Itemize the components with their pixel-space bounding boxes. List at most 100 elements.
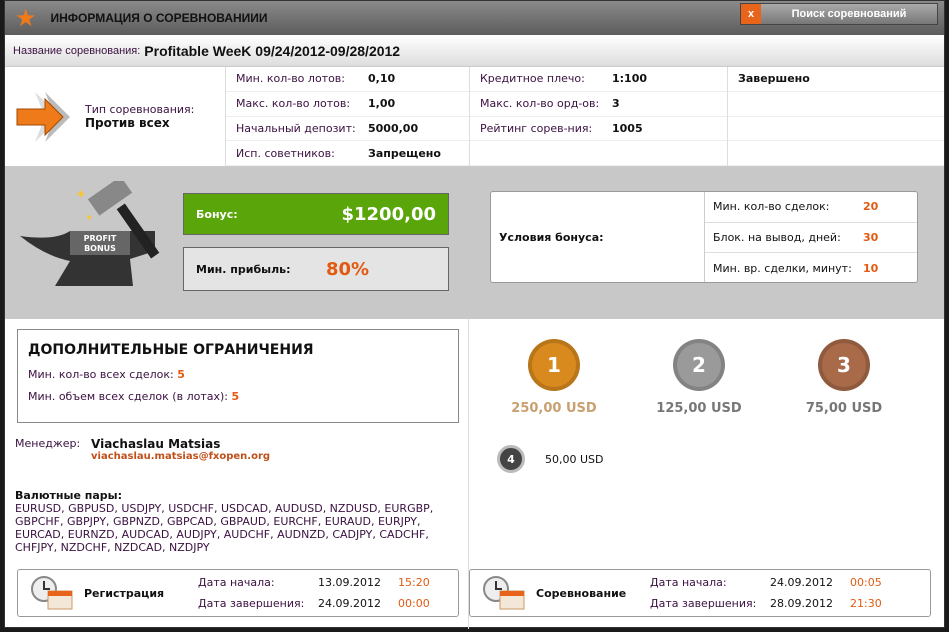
bonus-label: Бонус: bbox=[196, 207, 238, 221]
condition-row: Мин. вр. сделки, минут: 10 bbox=[705, 253, 917, 284]
prize-amount: 75,00 USD bbox=[805, 401, 883, 416]
info-section: Тип соревнования: Против всех Мин. кол-в… bbox=[5, 67, 944, 167]
condition-label: Мин. кол-во сделок: bbox=[713, 200, 830, 214]
status-row: Завершено bbox=[728, 67, 944, 92]
param-label: Макс. кол-во лотов: bbox=[236, 97, 351, 111]
param-row: Макс. кол-во орд-ов: 3 bbox=[470, 92, 727, 117]
min-profit-label: Мин. прибыль: bbox=[196, 262, 291, 276]
arrow-icon bbox=[16, 91, 70, 142]
anvil-hammer-logo: PROFIT BONUS ✦ ✦ bbox=[20, 181, 160, 286]
star-icon: ★ bbox=[15, 4, 37, 32]
competition-type: Тип соревнования: Против всех bbox=[5, 67, 225, 166]
svg-text:BONUS: BONUS bbox=[84, 244, 116, 253]
param-value: 1,00 bbox=[368, 97, 396, 111]
param-row: Макс. кол-во лотов: 1,00 bbox=[226, 92, 469, 117]
svg-text:✦: ✦ bbox=[85, 213, 93, 224]
additional-limits: ДОПОЛНИТЕЛЬНЫЕ ОГРАНИЧЕНИЯ Мин. кол-во в… bbox=[17, 329, 459, 423]
start-time: 15:20 bbox=[398, 576, 430, 589]
prize-1st: 1 250,00 USD bbox=[494, 339, 614, 416]
param-label: Рейтинг сорев-ния: bbox=[480, 121, 593, 135]
param-label: Мин. кол-во лотов: bbox=[236, 72, 345, 86]
clock-calendar-icon bbox=[31, 576, 73, 610]
min-profit-value: 80% bbox=[326, 258, 370, 280]
registration-dates: Регистрация Дата начала: 13.09.2012 15:20 … bbox=[17, 569, 459, 617]
contest-title: Соревнование bbox=[536, 586, 627, 600]
type-label: Тип соревнования: bbox=[85, 103, 195, 116]
name-label: Название соревнования: bbox=[13, 44, 141, 57]
status-column: Завершено bbox=[727, 67, 944, 166]
conditions-label: Условия бонуса: bbox=[491, 192, 705, 282]
end-date: 24.09.2012 bbox=[318, 597, 381, 610]
end-time: 21:30 bbox=[850, 597, 882, 610]
svg-text:✦: ✦ bbox=[75, 187, 87, 203]
manager-name: Viachaslau Matsias bbox=[91, 437, 221, 451]
bonus-amount-box: Бонус: $1200,00 bbox=[183, 193, 449, 235]
start-date: 24.09.2012 bbox=[770, 576, 833, 589]
param-value: 5000,00 bbox=[368, 121, 419, 135]
medal-3-icon: 3 bbox=[818, 339, 870, 391]
manager: Менеджер: Viachaslau Matsias viachaslau.… bbox=[15, 437, 270, 462]
limit-value: 5 bbox=[231, 390, 240, 403]
start-label: Дата начала: bbox=[198, 576, 275, 589]
competition-info-window: ★ ИНФОРМАЦИЯ О СОРЕВНОВАНИИИ x Поиск сор… bbox=[4, 0, 945, 629]
clock-calendar-icon bbox=[483, 576, 525, 610]
limit-row: Мин. кол-во всех сделок: 5 bbox=[28, 368, 448, 381]
end-label: Дата завершения: bbox=[650, 597, 757, 610]
param-value: 0,10 bbox=[368, 72, 396, 86]
medal-4-icon: 4 bbox=[497, 445, 525, 473]
end-date: 28.09.2012 bbox=[770, 597, 833, 610]
condition-value: 10 bbox=[863, 261, 879, 275]
param-row bbox=[470, 141, 727, 166]
param-label: Начальный депозит: bbox=[236, 121, 356, 135]
condition-label: Блок. на вывод, дней: bbox=[713, 230, 841, 244]
prize-amount: 250,00 USD bbox=[511, 401, 597, 416]
limit-value: 5 bbox=[177, 368, 185, 381]
condition-label: Мин. вр. сделки, минут: bbox=[713, 261, 852, 275]
medal-1-icon: 1 bbox=[528, 339, 580, 391]
manager-label: Менеджер: bbox=[15, 437, 81, 450]
param-row: Рейтинг сорев-ния: 1005 bbox=[470, 117, 727, 142]
param-label: Исп. советников: bbox=[236, 146, 335, 160]
param-value: 1:100 bbox=[612, 72, 648, 86]
empty-row bbox=[728, 92, 944, 117]
limit-label: Мин. объем всех сделок (в лотах): bbox=[28, 390, 228, 403]
search-button-label: Поиск соревнований bbox=[791, 8, 907, 20]
bonus-conditions: Условия бонуса: Мин. кол-во сделок: 20 Бл… bbox=[490, 191, 918, 283]
medal-2-icon: 2 bbox=[673, 339, 725, 391]
empty-row bbox=[728, 141, 944, 166]
param-row: Исп. советников: Запрещено bbox=[226, 141, 469, 166]
param-row: Мин. кол-во лотов: 0,10 bbox=[226, 67, 469, 92]
condition-row: Блок. на вывод, дней: 30 bbox=[705, 223, 917, 254]
params-column-1: Мин. кол-во лотов: 0,10 Макс. кол-во лото… bbox=[225, 67, 469, 166]
bonus-section: PROFIT BONUS ✦ ✦ Бонус: $1200,00 Мин. при… bbox=[5, 167, 944, 319]
param-row: Начальный депозит: 5000,00 bbox=[226, 117, 469, 142]
start-time: 00:05 bbox=[850, 576, 882, 589]
prize-4th: 4 50,00 USD bbox=[497, 445, 604, 473]
condition-value: 30 bbox=[863, 230, 879, 244]
min-profit-box: Мин. прибыль: 80% bbox=[183, 247, 449, 291]
start-date: 13.09.2012 bbox=[318, 576, 381, 589]
param-value: 3 bbox=[612, 97, 620, 111]
end-label: Дата завершения: bbox=[198, 597, 305, 610]
svg-text:PROFIT: PROFIT bbox=[84, 234, 117, 243]
param-value: 1005 bbox=[612, 121, 643, 135]
registration-title: Регистрация bbox=[84, 586, 165, 600]
prize-2nd: 2 125,00 USD bbox=[639, 339, 759, 416]
param-label: Кредитное плечо: bbox=[480, 72, 585, 86]
competition-name-bar: Название соревнования: Profitable WeeK 0… bbox=[5, 35, 944, 67]
pairs-label: Валютные пары: bbox=[15, 489, 123, 502]
limit-label: Мин. кол-во всех сделок: bbox=[28, 368, 174, 381]
close-icon[interactable]: x bbox=[741, 4, 761, 24]
prize-amount: 125,00 USD bbox=[656, 401, 742, 416]
pairs-list: EURUSD, GBPUSD, USDJPY, USDCHF, USDCAD, … bbox=[15, 502, 434, 554]
contest-dates: Соревнование Дата начала: 24.09.2012 00:05… bbox=[469, 569, 931, 617]
limit-row: Мин. объем всех сделок (в лотах): 5 bbox=[28, 390, 448, 403]
status-value: Завершено bbox=[738, 72, 810, 86]
condition-value: 20 bbox=[863, 200, 879, 214]
competition-name: Profitable WeeK 09/24/2012-09/28/2012 bbox=[144, 42, 401, 59]
limits-title: ДОПОЛНИТЕЛЬНЫЕ ОГРАНИЧЕНИЯ bbox=[28, 342, 314, 358]
search-competitions-button[interactable]: x Поиск соревнований bbox=[740, 3, 938, 25]
currency-pairs: Валютные пары: EURUSD, GBPUSD, USDJPY, U… bbox=[15, 489, 463, 554]
manager-email[interactable]: viachaslau.matsias@fxopen.org bbox=[91, 451, 270, 462]
param-value: Запрещено bbox=[368, 146, 441, 160]
